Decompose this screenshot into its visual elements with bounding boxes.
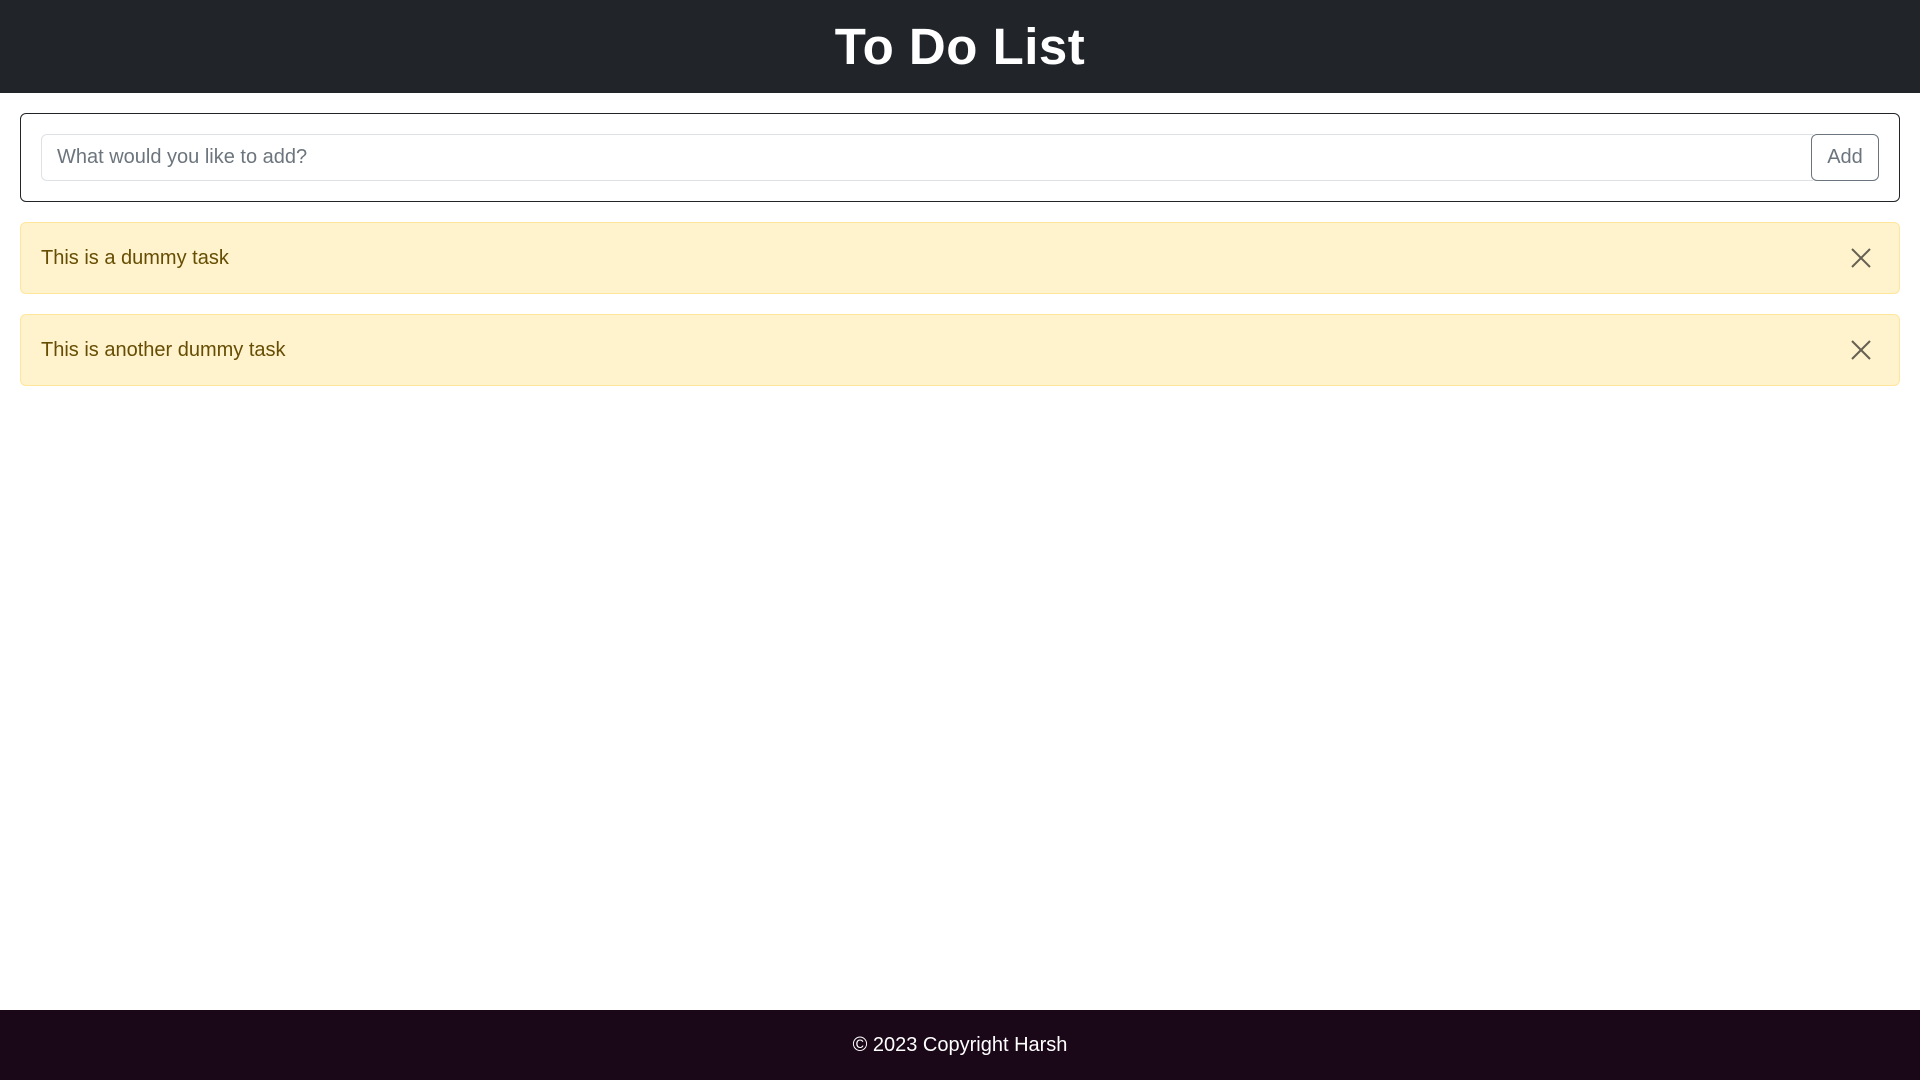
page-footer: © 2023 Copyright Harsh: [0, 1010, 1920, 1080]
close-icon[interactable]: [1843, 240, 1879, 276]
task-input[interactable]: [41, 134, 1813, 181]
task-text: This is a dummy task: [41, 246, 229, 269]
task-item: This is another dummy task: [20, 314, 1900, 386]
add-task-input-group: Add: [41, 134, 1879, 181]
task-text: This is another dummy task: [41, 338, 286, 361]
task-item: This is a dummy task: [20, 222, 1900, 294]
copyright-text: © 2023 Copyright Harsh: [852, 1033, 1068, 1056]
todo-page: To Do List Add This is a dummy task This…: [0, 0, 1920, 1080]
app-header: To Do List: [0, 0, 1920, 93]
add-button[interactable]: Add: [1811, 134, 1879, 181]
page-title: To Do List: [834, 18, 1086, 75]
add-task-card: Add: [20, 113, 1900, 202]
close-icon[interactable]: [1843, 332, 1879, 368]
